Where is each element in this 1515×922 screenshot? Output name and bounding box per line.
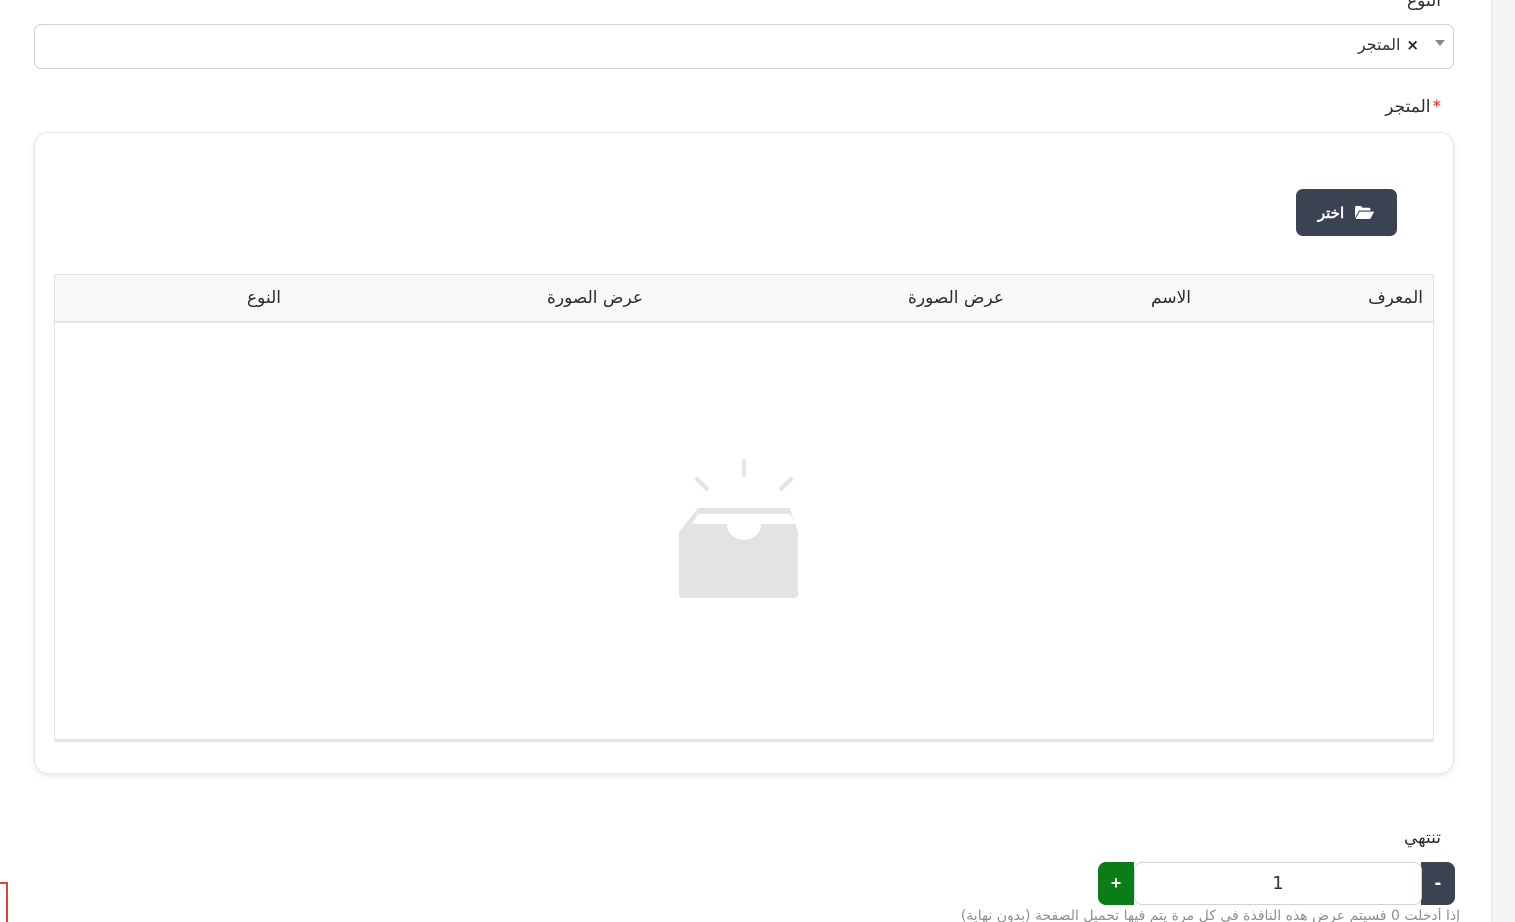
page-scroll-rail[interactable]: [1491, 0, 1515, 922]
table-bottom-border: [55, 739, 1433, 741]
selected-chip: × المتجر: [1358, 35, 1419, 54]
decrement-button[interactable]: -: [1421, 862, 1455, 905]
column-header-image-2[interactable]: عرض الصورة: [547, 288, 643, 308]
store-label: *المتجر: [1385, 97, 1441, 117]
increment-button[interactable]: +: [1098, 862, 1134, 905]
ends-hint-text: إذا أدخلت 0 فسيتم عرض هذه النافذة في كل …: [960, 908, 1460, 922]
chip-remove-icon[interactable]: ×: [1406, 36, 1419, 54]
column-header-id[interactable]: المعرف: [1368, 288, 1423, 308]
empty-inbox-icon: [676, 456, 812, 602]
chip-label: المتجر: [1357, 35, 1401, 54]
column-header-image[interactable]: عرض الصورة: [908, 288, 1004, 308]
edge-indicator-vertical: [6, 882, 8, 922]
type-select[interactable]: × المتجر: [34, 24, 1454, 69]
choose-button-label: اختر: [1317, 204, 1345, 222]
choose-button[interactable]: اختر: [1296, 189, 1397, 236]
required-mark: *: [1432, 97, 1442, 117]
folder-open-icon: [1354, 205, 1375, 220]
type-label: النوع: [1407, 0, 1441, 11]
chevron-down-icon[interactable]: [1435, 40, 1445, 46]
table-header: المعرف الاسم عرض الصورة عرض الصورة النوع: [55, 275, 1433, 323]
column-header-type[interactable]: النوع: [247, 288, 281, 308]
ends-label: تنتهي: [1404, 828, 1441, 848]
ends-count-input[interactable]: [1134, 862, 1422, 905]
column-header-name[interactable]: الاسم: [1151, 288, 1191, 308]
